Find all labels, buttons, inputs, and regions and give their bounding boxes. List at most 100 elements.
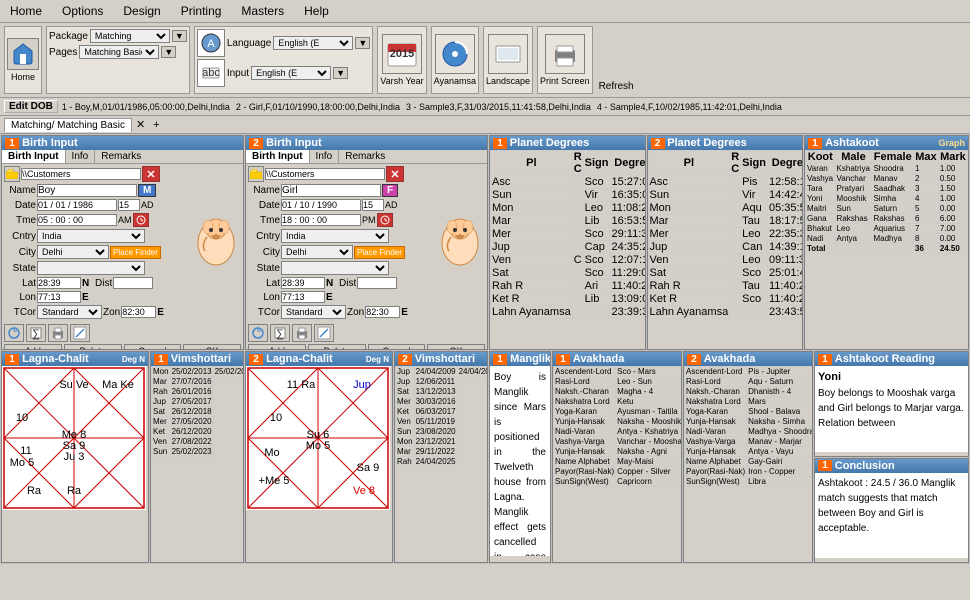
birth2-chart-icon[interactable] <box>314 324 334 342</box>
tab-birth-input-2[interactable]: Birth Input <box>246 150 310 163</box>
birth1-ok-button[interactable]: OK <box>183 344 241 350</box>
birth1-add-button[interactable]: Add <box>4 344 62 350</box>
birth2-place-finder-button[interactable]: Place Finder <box>354 246 405 259</box>
birth1-folder-icon[interactable] <box>4 166 20 182</box>
birth1-reset-icon[interactable] <box>4 324 24 342</box>
birth1-cntry-select[interactable]: India <box>37 229 145 243</box>
birth1-delete-button[interactable]: Delete <box>64 344 122 350</box>
birth2-zon-input[interactable] <box>365 306 400 318</box>
birth1-print-icon[interactable] <box>48 324 68 342</box>
pages-dropdown[interactable]: ▼ <box>161 46 176 58</box>
edit-dob-button[interactable]: Edit DOB <box>4 100 58 113</box>
calendar-icon[interactable]: 2015 <box>382 34 422 74</box>
birth1-name-input[interactable] <box>37 184 137 197</box>
birth2-folder-icon[interactable] <box>248 166 264 182</box>
birth1-zon-input[interactable] <box>121 306 156 318</box>
birth1-clear-icon[interactable] <box>142 166 160 182</box>
pages-label: Pages <box>49 47 77 58</box>
birth2-date-row: Date AD <box>248 199 433 211</box>
birth1-city-select[interactable]: Delhi <box>37 245 109 259</box>
birth2-clear-icon[interactable] <box>386 166 404 182</box>
birth2-day-input[interactable] <box>362 199 384 211</box>
menu-home[interactable]: Home <box>4 2 48 20</box>
birth2-print-icon[interactable] <box>292 324 312 342</box>
tab-info-1[interactable]: Info <box>66 150 96 163</box>
birth2-cntry-select[interactable]: India <box>281 229 389 243</box>
menu-printing[interactable]: Printing <box>175 2 228 20</box>
birth1-day-input[interactable] <box>118 199 140 211</box>
planet-degrees-2: 2 Planet Degrees Pl R C Sign Degree Nak … <box>647 135 804 350</box>
avakhada1-num: 1 <box>556 354 570 365</box>
birth1-customer-input[interactable] <box>21 168 141 180</box>
birth1-calc-icon[interactable]: ∑ <box>26 324 46 342</box>
birth1-time-label: Tme <box>4 215 36 226</box>
tab-plus-button[interactable]: + <box>149 118 163 132</box>
tab-info-2[interactable]: Info <box>310 150 340 163</box>
landscape-icon[interactable] <box>488 34 528 74</box>
tab-birth-input-1[interactable]: Birth Input <box>2 150 66 163</box>
toolbar: Home Package Matching ▼ Pages Matching B… <box>0 23 970 98</box>
birth2-date-input[interactable] <box>281 199 361 211</box>
birth2-add-button[interactable]: Add <box>248 344 306 350</box>
ashta-reading-header: 1 Ashtakoot Reading <box>815 352 968 366</box>
birth2-lon-input[interactable] <box>281 291 325 303</box>
birth1-cntry-row: Cntry India <box>4 229 189 243</box>
birth1-chart-icon[interactable] <box>70 324 90 342</box>
tabbar: Matching/ Matching Basic ✕ + <box>0 116 970 134</box>
birth1-date-input[interactable] <box>37 199 117 211</box>
birth1-cancel-button[interactable]: Cancel <box>124 344 182 350</box>
birth2-tcor-select[interactable]: Standard <box>281 305 346 319</box>
birth2-lat-row: Lat N Dist <box>248 277 433 289</box>
planet2-col-sign: Sign <box>741 151 768 176</box>
birth2-dist-input[interactable] <box>357 277 397 289</box>
menu-design[interactable]: Design <box>117 2 166 20</box>
menu-masters[interactable]: Masters <box>235 2 290 20</box>
birth1-dist-input[interactable] <box>113 277 153 289</box>
varsh-year-label: Varsh Year <box>380 76 423 86</box>
language-select[interactable]: English (E <box>273 36 353 50</box>
birth2-delete-button[interactable]: Delete <box>308 344 366 350</box>
svg-text:Ra: Ra <box>27 485 42 497</box>
birth2-time-input[interactable] <box>281 214 361 226</box>
birth2-city-select[interactable]: Delhi <box>281 245 353 259</box>
ashta-col-mark: Mark <box>938 151 967 164</box>
tab-matching[interactable]: Matching/ Matching Basic <box>4 118 132 132</box>
birth2-customer-input[interactable] <box>265 168 385 180</box>
vimsh2-header: 2 Vimshottari <box>395 352 487 366</box>
menu-help[interactable]: Help <box>298 2 335 20</box>
birth1-time-input[interactable] <box>37 214 117 226</box>
birth1-lon-input[interactable] <box>37 291 81 303</box>
lagna1-num: 1 <box>5 354 19 365</box>
tab-remarks-1[interactable]: Remarks <box>95 150 147 163</box>
birth1-alarm-icon[interactable] <box>133 213 149 227</box>
menu-options[interactable]: Options <box>56 2 109 20</box>
birth2-lat-input[interactable] <box>281 277 325 289</box>
tab-add-button[interactable]: ✕ <box>132 117 149 132</box>
birth2-state-select[interactable] <box>281 261 389 275</box>
input-dropdown[interactable]: ▼ <box>333 67 348 79</box>
ashtakoot-graph-label[interactable]: Graph <box>938 138 965 148</box>
birth2-cancel-button[interactable]: Cancel <box>368 344 426 350</box>
birth1-place-finder-button[interactable]: Place Finder <box>110 246 161 259</box>
home-icon[interactable] <box>7 38 39 70</box>
birth2-ok-button[interactable]: OK <box>427 344 485 350</box>
ayanamsa-icon[interactable] <box>435 34 475 74</box>
birth1-lon-label: Lon <box>4 292 36 303</box>
birth1-tcor-select[interactable]: Standard <box>37 305 102 319</box>
svg-text:Mo: Mo <box>264 447 279 459</box>
ayanamsa-label: Ayanamsa <box>434 76 476 86</box>
print-icon[interactable] <box>545 34 585 74</box>
birth1-lat-input[interactable] <box>37 277 81 289</box>
input-select[interactable]: English (E <box>251 66 331 80</box>
package-dropdown[interactable]: ▼ <box>172 30 187 42</box>
tab-remarks-2[interactable]: Remarks <box>339 150 391 163</box>
birth2-city-row: City Delhi Place Finder <box>248 245 433 259</box>
birth2-name-input[interactable] <box>281 184 381 197</box>
birth2-calc-icon[interactable]: ∑ <box>270 324 290 342</box>
birth1-state-select[interactable] <box>37 261 145 275</box>
birth2-alarm-icon[interactable] <box>377 213 393 227</box>
package-select[interactable]: Matching <box>90 29 170 43</box>
pages-select[interactable]: Matching Basic <box>79 45 159 59</box>
birth2-reset-icon[interactable] <box>248 324 268 342</box>
language-dropdown[interactable]: ▼ <box>355 37 370 49</box>
